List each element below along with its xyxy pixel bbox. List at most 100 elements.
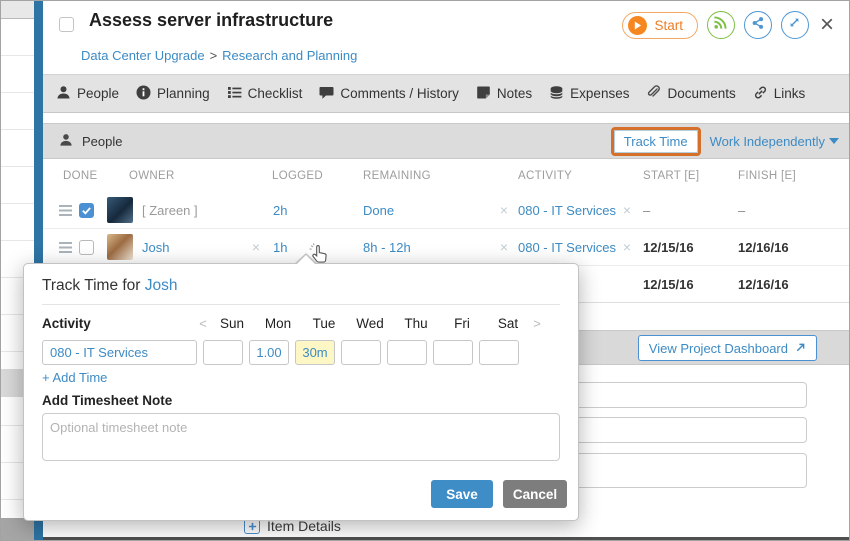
done-checkbox[interactable] <box>79 203 94 218</box>
page-title: Assess server infrastructure <box>89 10 333 31</box>
activity-select[interactable]: 080 - IT Services <box>42 340 197 365</box>
clear-activity-icon[interactable]: × <box>623 239 631 255</box>
tab-bar: People Planning Checklist Comments / His… <box>43 74 849 113</box>
col-logged: LOGGED <box>268 170 363 182</box>
person-icon <box>56 85 71 103</box>
activity-value[interactable]: 080 - IT Services <box>518 240 616 255</box>
table-row: [ Zareen ] 2h Done × 080 - IT Services ×… <box>43 192 849 229</box>
clear-remaining-icon[interactable]: × <box>500 239 508 255</box>
timesheet-input-row: 080 - IT Services <box>42 340 519 365</box>
finish-value[interactable]: 12/16/16 <box>736 240 789 255</box>
expand-button[interactable] <box>781 11 809 39</box>
owner-name[interactable]: Josh <box>142 240 169 255</box>
divider <box>42 304 560 305</box>
col-owner: OWNER <box>103 170 268 182</box>
feed-button[interactable] <box>707 11 735 39</box>
breadcrumb-child-link[interactable]: Research and Planning <box>222 48 357 63</box>
activity-value[interactable]: 080 - IT Services <box>518 203 616 218</box>
remove-owner-icon[interactable]: × <box>252 239 260 255</box>
start-button[interactable]: Start <box>622 12 698 39</box>
avatar[interactable] <box>107 197 133 223</box>
total-start-value: 12/15/16 <box>641 277 694 292</box>
owner-name[interactable]: [ Zareen ] <box>142 203 198 218</box>
clear-remaining-icon[interactable]: × <box>500 202 508 218</box>
done-checkbox[interactable] <box>79 240 94 255</box>
people-section-controls: Track Time Work Independently <box>611 127 839 156</box>
tab-documents[interactable]: Documents <box>646 85 735 103</box>
drag-handle-icon[interactable] <box>59 205 72 216</box>
breadcrumb: Data Center Upgrade > Research and Plannin… <box>81 48 357 63</box>
work-mode-dropdown[interactable]: Work Independently <box>710 134 839 149</box>
expenses-icon <box>549 85 564 103</box>
tab-comments-history[interactable]: Comments / History <box>319 85 459 103</box>
tab-expenses[interactable]: Expenses <box>549 85 629 103</box>
time-input-fri[interactable] <box>433 340 473 365</box>
activity-label: Activity <box>42 316 197 331</box>
breadcrumb-parent-link[interactable]: Data Center Upgrade <box>81 48 205 63</box>
view-project-dashboard-button[interactable]: View Project Dashboard <box>638 335 817 361</box>
timesheet-note-input[interactable] <box>42 413 560 461</box>
share-icon <box>751 16 765 35</box>
popup-title: Track Time for Josh <box>42 277 178 295</box>
time-input-mon[interactable] <box>249 340 289 365</box>
day-label-mon: Mon <box>255 316 301 331</box>
col-done: DONE <box>43 170 103 182</box>
timesheet-header-row: Activity < Sun Mon Tue Wed Thu Fri Sat > <box>42 316 560 331</box>
tab-links[interactable]: Links <box>753 85 806 103</box>
share-button[interactable] <box>744 11 772 39</box>
breadcrumb-separator: > <box>210 48 218 63</box>
time-input-tue[interactable] <box>295 340 335 365</box>
start-value[interactable]: – <box>641 203 650 218</box>
total-finish-value: 12/16/16 <box>736 277 789 292</box>
cancel-button[interactable]: Cancel <box>503 480 567 508</box>
day-label-wed: Wed <box>347 316 393 331</box>
task-detail-window: Assess server infrastructure Data Center… <box>0 0 850 541</box>
tab-planning[interactable]: Planning <box>136 85 210 103</box>
track-time-button[interactable]: Track Time <box>614 130 698 153</box>
section-divider <box>43 537 849 540</box>
prev-week-arrow[interactable]: < <box>197 316 209 331</box>
col-activity: ACTIVITY <box>518 170 641 182</box>
day-label-thu: Thu <box>393 316 439 331</box>
time-input-sun[interactable] <box>203 340 243 365</box>
note-icon <box>476 85 491 103</box>
logged-value[interactable]: 1h <box>268 240 287 255</box>
col-start: START [E] <box>641 170 736 182</box>
rss-icon <box>713 15 728 35</box>
background-grid-footer <box>1 518 34 541</box>
expand-icon <box>788 16 801 34</box>
add-time-link[interactable]: + Add Time <box>42 370 107 385</box>
time-input-sat[interactable] <box>479 340 519 365</box>
remaining-value[interactable]: Done <box>363 203 394 218</box>
tab-notes[interactable]: Notes <box>476 85 532 103</box>
avatar[interactable] <box>107 234 133 260</box>
logged-value[interactable]: 2h <box>268 203 287 218</box>
play-icon <box>628 16 647 35</box>
time-input-wed[interactable] <box>341 340 381 365</box>
people-section-title: People <box>59 133 122 150</box>
checklist-icon <box>227 85 242 103</box>
finish-value[interactable]: – <box>736 203 745 218</box>
remaining-value[interactable]: 8h - 12h <box>363 240 411 255</box>
day-label-sat: Sat <box>485 316 531 331</box>
people-section-bar: People Track Time Work Independently <box>43 123 849 159</box>
save-button[interactable]: Save <box>431 480 493 508</box>
start-value[interactable]: 12/15/16 <box>641 240 694 255</box>
info-icon <box>136 85 151 103</box>
tab-people[interactable]: People <box>56 85 119 103</box>
popup-person-link[interactable]: Josh <box>145 277 178 294</box>
tab-checklist[interactable]: Checklist <box>227 85 303 103</box>
comment-icon <box>319 85 334 103</box>
background-grid-corner <box>1 1 34 19</box>
link-icon <box>753 85 768 103</box>
col-remaining: REMAINING <box>363 170 518 182</box>
task-done-checkbox[interactable] <box>59 17 74 32</box>
drag-handle-icon[interactable] <box>59 242 72 253</box>
next-week-arrow[interactable]: > <box>531 316 543 331</box>
person-icon <box>59 133 73 150</box>
time-input-thu[interactable] <box>387 340 427 365</box>
track-time-highlight: Track Time <box>611 127 701 156</box>
clear-activity-icon[interactable]: × <box>623 202 631 218</box>
timesheet-note-label: Add Timesheet Note <box>42 393 172 408</box>
close-icon[interactable]: × <box>818 13 836 37</box>
